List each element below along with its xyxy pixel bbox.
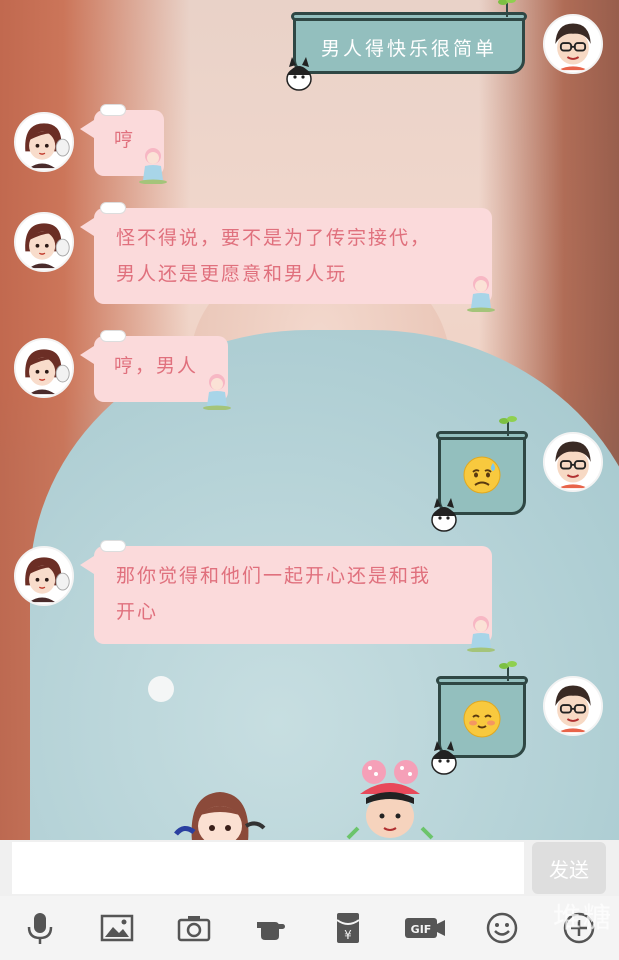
avatar-contact[interactable] bbox=[14, 212, 74, 272]
composer-bar: 发送 bbox=[0, 840, 619, 896]
cloud-decoration-icon bbox=[100, 202, 126, 214]
bubble-tail bbox=[80, 556, 94, 574]
input-toolbar: ¥ GIF bbox=[0, 896, 619, 960]
message-bubble-incoming[interactable]: 怪不得说，要不是为了传宗接代， 男人还是更愿意和男人玩 bbox=[80, 202, 495, 312]
bubble-tail bbox=[80, 218, 94, 236]
send-button[interactable]: 发送 bbox=[532, 842, 606, 894]
girl-avatar-icon bbox=[16, 548, 72, 604]
mini-girl-sticker-icon bbox=[203, 374, 231, 410]
avatar-self[interactable] bbox=[543, 14, 603, 74]
cloud-decoration-icon bbox=[100, 540, 126, 552]
blushing-smile-face-icon bbox=[463, 700, 501, 738]
message-bubble-incoming[interactable]: 哼，男人 bbox=[80, 330, 231, 410]
boy-avatar-icon bbox=[545, 434, 601, 490]
girl-avatar-icon bbox=[16, 214, 72, 270]
red-envelope-icon: ¥ bbox=[336, 913, 360, 943]
mini-girl-sticker-icon bbox=[467, 276, 495, 312]
sprout-icon bbox=[498, 0, 516, 17]
camera-button[interactable] bbox=[172, 906, 216, 950]
message-bubble-outgoing[interactable] bbox=[431, 416, 528, 532]
chat-message-list[interactable]: 男人得快乐很简单 哼 怪不得说，要不是为了传宗接代， 男人还是更愿意和男人玩 哼… bbox=[0, 0, 619, 842]
message-text-line: 哼，男人 bbox=[114, 355, 199, 377]
message-bubble-outgoing[interactable]: 男人得快乐很简单 bbox=[286, 0, 527, 91]
send-button-label: 发送 bbox=[549, 857, 589, 882]
message-text-line: 男人还是更愿意和男人玩 bbox=[116, 263, 348, 285]
message-bubble-incoming[interactable]: 哼 bbox=[80, 104, 167, 184]
image-icon bbox=[101, 914, 134, 942]
girl-avatar-icon bbox=[16, 340, 72, 396]
emoji-button[interactable] bbox=[480, 906, 524, 950]
microphone-icon bbox=[28, 913, 53, 944]
svg-text:GIF: GIF bbox=[410, 923, 431, 936]
mini-girl-sticker-icon bbox=[467, 616, 495, 652]
emoji-icon bbox=[486, 912, 517, 944]
avatar-contact[interactable] bbox=[14, 112, 74, 172]
mini-girl-sticker-icon bbox=[139, 148, 167, 184]
avatar-contact[interactable] bbox=[14, 338, 74, 398]
cat-sticker-icon bbox=[286, 57, 312, 91]
image-button[interactable] bbox=[95, 906, 139, 950]
plus-icon bbox=[563, 912, 594, 944]
peeking-boy-mickey-ears-sticker-icon bbox=[346, 760, 434, 840]
hand-icon bbox=[257, 922, 286, 940]
poke-button[interactable] bbox=[249, 906, 293, 950]
sad-sweat-face-icon bbox=[463, 456, 501, 494]
avatar-contact[interactable] bbox=[14, 546, 74, 606]
boy-avatar-icon bbox=[545, 16, 601, 72]
peeking-girl-sticker-icon bbox=[174, 792, 266, 842]
sprout-icon bbox=[499, 661, 517, 681]
girl-avatar-icon bbox=[16, 114, 72, 170]
message-text: 男人得快乐很简单 bbox=[320, 37, 497, 60]
message-input[interactable] bbox=[12, 842, 524, 894]
cloud-decoration-icon bbox=[100, 104, 126, 116]
sprout-icon bbox=[499, 416, 517, 436]
bubble-tail bbox=[80, 346, 94, 364]
bubble-rim bbox=[291, 12, 527, 21]
more-button[interactable] bbox=[557, 906, 601, 950]
gif-button[interactable]: GIF bbox=[403, 906, 447, 950]
message-bubble-outgoing[interactable] bbox=[431, 661, 528, 775]
message-bubble-incoming[interactable]: 那你觉得和他们一起开心还是和我 开心 bbox=[80, 540, 495, 652]
message-text-line: 怪不得说，要不是为了传宗接代， bbox=[116, 227, 432, 249]
bubble-tail bbox=[80, 120, 94, 138]
gif-icon: GIF bbox=[404, 918, 445, 938]
voice-button[interactable] bbox=[18, 906, 62, 950]
message-text-line: 开心 bbox=[116, 601, 159, 623]
message-text-line: 那你觉得和他们一起开心还是和我 bbox=[116, 565, 432, 587]
red-envelope-button[interactable]: ¥ bbox=[326, 906, 370, 950]
boy-avatar-icon bbox=[545, 678, 601, 734]
cat-sticker-icon bbox=[431, 498, 457, 532]
svg-text:¥: ¥ bbox=[344, 928, 352, 942]
camera-icon bbox=[177, 916, 211, 942]
cloud-decoration-icon bbox=[100, 330, 126, 342]
avatar-self[interactable] bbox=[543, 432, 603, 492]
avatar-self[interactable] bbox=[543, 676, 603, 736]
